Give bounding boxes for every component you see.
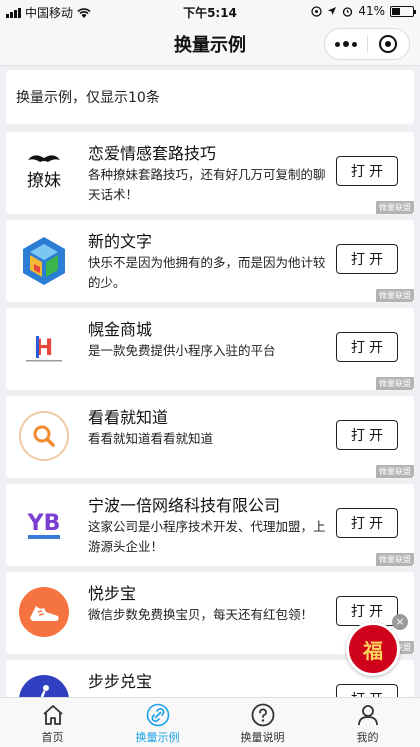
app-logo-huangjin: H	[18, 322, 70, 374]
navigation-arrow-icon	[328, 7, 337, 15]
app-logo-yb: YB	[18, 498, 70, 550]
item-title: 步步兑宝	[88, 672, 153, 691]
battery-icon	[390, 5, 416, 17]
logo-text: 撩妹	[27, 171, 61, 191]
notice-text: 换量示例，仅显示10条	[16, 90, 160, 106]
item-title: 新的文字	[88, 232, 153, 251]
item-title: 幌金商城	[88, 320, 153, 339]
tab-label: 我的	[356, 731, 379, 744]
item-description: 看看就知道看看就知道	[88, 431, 214, 446]
ad-tag: 微量联盟	[376, 465, 414, 478]
lucky-badge[interactable]: 福	[346, 622, 400, 676]
tab-label: 换量说明	[240, 731, 285, 744]
tab-label: 首页	[41, 731, 64, 744]
tab-exchange-examples[interactable]: 换量示例	[105, 698, 210, 747]
tab-label: 换量示例	[135, 731, 180, 744]
ad-tag: 微量联盟	[376, 289, 414, 302]
list-item[interactable]: 撩妹 恋爱情感套路技巧 各种撩妹套路技巧，还有好几万可复制的聊天话术！ 打开 微…	[6, 132, 414, 214]
list-item[interactable]: H 幌金商城 是一款免费提供小程序入驻的平台 打开 微量联盟	[6, 308, 414, 390]
open-button[interactable]: 打开	[336, 156, 398, 186]
question-icon	[251, 703, 274, 727]
battery-percent: 41%	[358, 4, 385, 18]
cube-logo-icon	[18, 234, 70, 286]
item-title: 恋爱情感套路技巧	[88, 144, 217, 163]
ad-tag: 微量联盟	[376, 201, 414, 214]
notice-bar: 换量示例，仅显示10条	[6, 70, 414, 124]
item-title: 宁波一倍网络科技有限公司	[88, 496, 281, 515]
item-description: 是一款免费提供小程序入驻的平台	[88, 343, 276, 358]
item-title: 看看就知道	[88, 408, 169, 427]
tab-home[interactable]: 首页	[0, 698, 105, 747]
nav-bar: 换量示例	[0, 22, 420, 66]
list-item[interactable]: YB 宁波一倍网络科技有限公司 这家公司是小程序技术开发、代理加盟，上游源头企业…	[6, 484, 414, 566]
open-button[interactable]: 打开	[336, 244, 398, 274]
close-icon[interactable]: ×	[392, 614, 408, 630]
shoe-logo-icon	[18, 586, 70, 638]
list-item[interactable]: 看看就知道 看看就知道看看就知道 打开 微量联盟	[6, 396, 414, 478]
open-button[interactable]: 打开	[336, 508, 398, 538]
signal-icon	[6, 7, 21, 18]
list-item[interactable]: 新的文字 快乐不是因为他拥有的多，而是因为他计较的少。 打开 微量联盟	[6, 220, 414, 302]
more-menu-icon[interactable]	[325, 29, 367, 59]
alarm-icon	[343, 6, 353, 17]
item-description: 这家公司是小程序技术开发、代理加盟，上游源头企业！	[88, 519, 326, 554]
lucky-badge-text: 福	[363, 638, 383, 663]
tab-mine[interactable]: 我的	[315, 698, 420, 747]
carrier-label: 中国移动	[25, 6, 74, 20]
item-description: 各种撩妹套路技巧，还有好几万可复制的聊天话术！	[88, 167, 326, 202]
open-button[interactable]: 打开	[336, 332, 398, 362]
ad-tag: 微量联盟	[376, 377, 414, 390]
location-icon	[311, 5, 322, 17]
tab-bar: 首页 换量示例 换量说明 我的	[0, 697, 420, 747]
item-description: 微信步数免费换宝贝，每天还有红包领！	[88, 607, 314, 622]
item-title: 悦步宝	[88, 584, 137, 603]
user-icon	[357, 705, 378, 726]
magnifier-logo-icon	[18, 410, 70, 462]
app-logo-liaomei: 撩妹	[18, 146, 70, 198]
home-icon	[42, 705, 63, 725]
tab-exchange-help[interactable]: 换量说明	[210, 698, 315, 747]
status-bar: 中国移动 下午5:14 41%	[0, 0, 420, 22]
open-button[interactable]: 打开	[336, 420, 398, 450]
logo-text: YB	[27, 511, 61, 536]
mini-program-capsule	[324, 28, 410, 60]
close-mini-program-icon[interactable]	[368, 29, 409, 59]
link-icon	[146, 703, 169, 727]
ad-tag: 微量联盟	[376, 553, 414, 566]
wifi-icon	[77, 7, 91, 18]
item-description: 快乐不是因为他拥有的多，而是因为他计较的少。	[88, 255, 326, 290]
